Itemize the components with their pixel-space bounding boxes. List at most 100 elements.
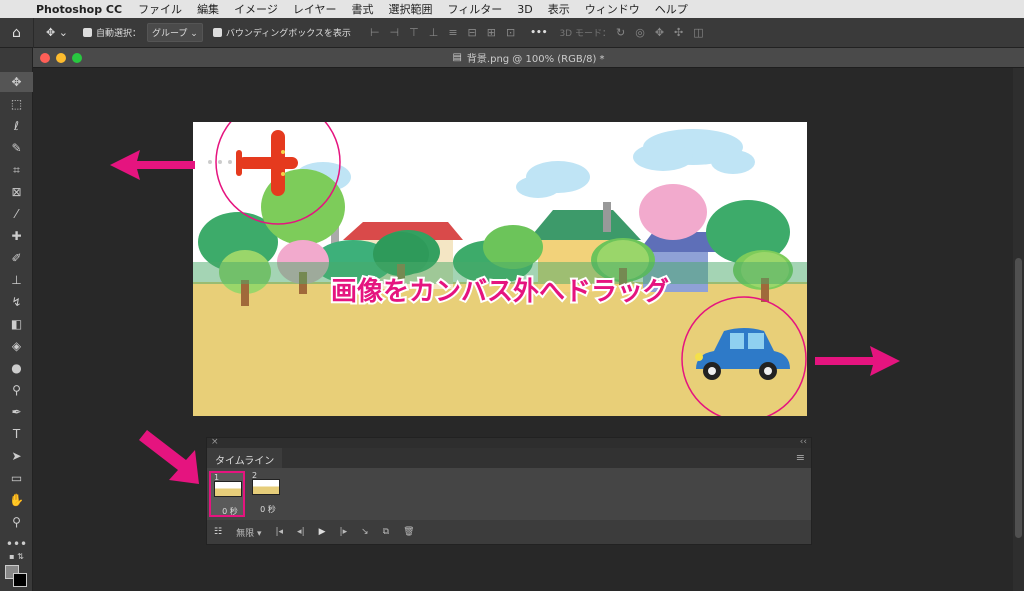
panel-menu-icon[interactable]: ≡	[796, 451, 805, 464]
move-tool-icon[interactable]: ✥ ⌄	[46, 26, 68, 39]
rectangle-tool-icon[interactable]: ▭	[0, 468, 33, 488]
document-tab-bar: ▤ 背景.png @ 100% (RGB/8) *	[33, 48, 1024, 68]
auto-select-checkbox[interactable]: 自動選択：	[82, 26, 141, 39]
stamp-tool-icon[interactable]: ⊥	[0, 270, 33, 290]
timeline-panel: × ‹‹ タイムライン ≡ 1 0 秒 2 0 秒 ☷ 無限 ▾ |◂ ◂| ▶…	[206, 437, 812, 545]
delete-frame-icon[interactable]: 🗑	[403, 527, 414, 537]
tab-timeline[interactable]: タイムライン	[207, 448, 283, 468]
slide-3d-icon[interactable]: ✣	[674, 26, 683, 39]
bbox-label: バウンディングボックスを表示	[225, 29, 351, 39]
swap-colors-icon[interactable]: ▪ ⇅	[0, 551, 33, 563]
menu-type[interactable]: 書式	[352, 1, 374, 17]
auto-select-label: 自動選択：	[95, 29, 141, 39]
bucket-tool-icon[interactable]: ◈	[0, 336, 33, 356]
background-color-swatch[interactable]	[13, 573, 27, 587]
frame-delay[interactable]: 0 秒	[211, 506, 249, 517]
mode-3d-label: 3D モード：	[559, 29, 611, 39]
loop-value: 無限	[236, 528, 255, 539]
illustration: 画像をカンバス外へドラッグ	[193, 99, 807, 422]
blur-tool-icon[interactable]: ●	[0, 358, 33, 378]
menu-view[interactable]: 表示	[548, 1, 570, 17]
close-panel-icon[interactable]: ×	[211, 437, 219, 447]
pen-tool-icon[interactable]: ✒	[0, 402, 33, 422]
next-frame-icon[interactable]: |▸	[340, 527, 348, 537]
convert-timeline-icon[interactable]: ☷	[214, 527, 222, 537]
frame-thumbnail	[214, 481, 242, 497]
vertical-scrollbar[interactable]	[1013, 68, 1024, 591]
right-arrow-annotation	[815, 346, 900, 376]
timeline-controls: ☷ 無限 ▾ |◂ ◂| ▶ |▸ ↘ ⧉ 🗑	[207, 520, 811, 544]
options-bar: ⌂ ✥ ⌄ 自動選択： グループ ⌄ バウンディングボックスを表示 ⊢ ⊣ ⊤ ⊥ ≡ ⊟…	[0, 17, 1024, 48]
align-center-icon[interactable]: ⊣	[390, 26, 400, 39]
duplicate-frame-icon[interactable]: ⧉	[383, 527, 389, 537]
timeline-tabs: タイムライン ≡	[207, 448, 811, 468]
minimize-window-button[interactable]	[56, 53, 66, 63]
move-tool-icon[interactable]: ✥	[0, 72, 33, 92]
bbox-checkbox[interactable]: バウンディングボックスを表示	[212, 26, 351, 39]
more-options-button[interactable]: •••	[530, 28, 547, 38]
prev-frame-icon[interactable]: ◂|	[297, 527, 305, 537]
timeline-titlebar: × ‹‹	[207, 437, 811, 448]
menu-filter[interactable]: フィルター	[448, 1, 503, 17]
menu-layer[interactable]: レイヤー	[293, 1, 337, 17]
align-bottom-icon[interactable]: ⊟	[468, 26, 477, 39]
frames-area: 1 0 秒 2 0 秒	[207, 468, 811, 520]
menu-help[interactable]: ヘルプ	[655, 1, 688, 17]
document-icon: ▤	[452, 52, 462, 63]
healing-tool-icon[interactable]: ✚	[0, 226, 33, 246]
path-select-tool-icon[interactable]: ➤	[0, 446, 33, 466]
first-frame-icon[interactable]: |◂	[275, 527, 283, 537]
align-left-icon[interactable]: ⊢	[370, 26, 380, 39]
brush-tool-icon[interactable]: ✐	[0, 248, 33, 268]
frame-thumbnail	[252, 479, 280, 495]
frame-tool-icon[interactable]: ⊠	[0, 182, 33, 202]
document-title: 背景.png @ 100% (RGB/8) *	[466, 54, 605, 65]
lasso-tool-icon[interactable]: ℓ	[0, 116, 33, 136]
frame-delay[interactable]: 0 秒	[249, 504, 287, 515]
orbit-3d-icon[interactable]: ↻	[616, 26, 625, 39]
history-brush-tool-icon[interactable]: ↯	[0, 292, 33, 312]
distribute-icon[interactable]: ⊞	[487, 26, 496, 39]
diagonal-arrow-annotation	[139, 430, 199, 484]
close-window-button[interactable]	[40, 53, 50, 63]
frame-2[interactable]: 2 0 秒	[249, 471, 281, 517]
group-select[interactable]: グループ ⌄	[146, 23, 203, 42]
left-arrow-annotation	[110, 150, 195, 180]
scale-3d-icon[interactable]: ◫	[693, 26, 703, 39]
menu-bar: Photoshop CC ファイル 編集 イメージ レイヤー 書式 選択範囲 フ…	[0, 0, 1024, 18]
zoom-tool-icon[interactable]: ⚲	[0, 512, 33, 532]
tools-panel: ✥ ⬚ ℓ ✎ ⌗ ⊠ ⁄ ✚ ✐ ⊥ ↯ ◧ ◈ ● ⚲ ✒ T ➤ ▭ ✋ …	[0, 48, 33, 591]
drag-instruction-caption: 画像をカンバス外へドラッグ	[331, 277, 669, 307]
menu-select[interactable]: 選択範囲	[389, 1, 433, 17]
menu-3d[interactable]: 3D	[517, 3, 532, 16]
play-icon[interactable]: ▶	[319, 527, 326, 537]
dodge-tool-icon[interactable]: ⚲	[0, 380, 33, 400]
menu-window[interactable]: ウィンドウ	[585, 1, 640, 17]
roll-3d-icon[interactable]: ◎	[635, 26, 645, 39]
home-icon[interactable]: ⌂	[0, 17, 34, 48]
frame-1[interactable]: 1 0 秒	[209, 471, 245, 517]
collapse-panel-icon[interactable]: ‹‹	[800, 437, 807, 447]
zoom-window-button[interactable]	[72, 53, 82, 63]
scrollbar-thumb[interactable]	[1015, 258, 1022, 538]
app-menu[interactable]: Photoshop CC	[36, 3, 122, 16]
hand-tool-icon[interactable]: ✋	[0, 490, 33, 510]
distribute2-icon[interactable]: ⊡	[506, 26, 515, 39]
document-canvas[interactable]: 画像をカンバス外へドラッグ	[193, 99, 807, 422]
quick-select-tool-icon[interactable]: ✎	[0, 138, 33, 158]
loop-select[interactable]: 無限 ▾	[236, 526, 261, 539]
align-middle-icon[interactable]: ≡	[448, 26, 457, 39]
tween-icon[interactable]: ↘	[361, 527, 369, 537]
menu-image[interactable]: イメージ	[234, 1, 278, 17]
eyedropper-tool-icon[interactable]: ⁄	[0, 204, 33, 224]
align-icons: ⊢ ⊣ ⊤ ⊥ ≡ ⊟ ⊞ ⊡	[365, 26, 520, 39]
type-tool-icon[interactable]: T	[0, 424, 33, 444]
crop-tool-icon[interactable]: ⌗	[0, 160, 33, 180]
eraser-tool-icon[interactable]: ◧	[0, 314, 33, 334]
align-right-icon[interactable]: ⊤	[409, 26, 419, 39]
menu-edit[interactable]: 編集	[197, 1, 219, 17]
marquee-tool-icon[interactable]: ⬚	[0, 94, 33, 114]
align-top-icon[interactable]: ⊥	[429, 26, 439, 39]
menu-file[interactable]: ファイル	[138, 1, 182, 17]
pan-3d-icon[interactable]: ✥	[655, 26, 664, 39]
